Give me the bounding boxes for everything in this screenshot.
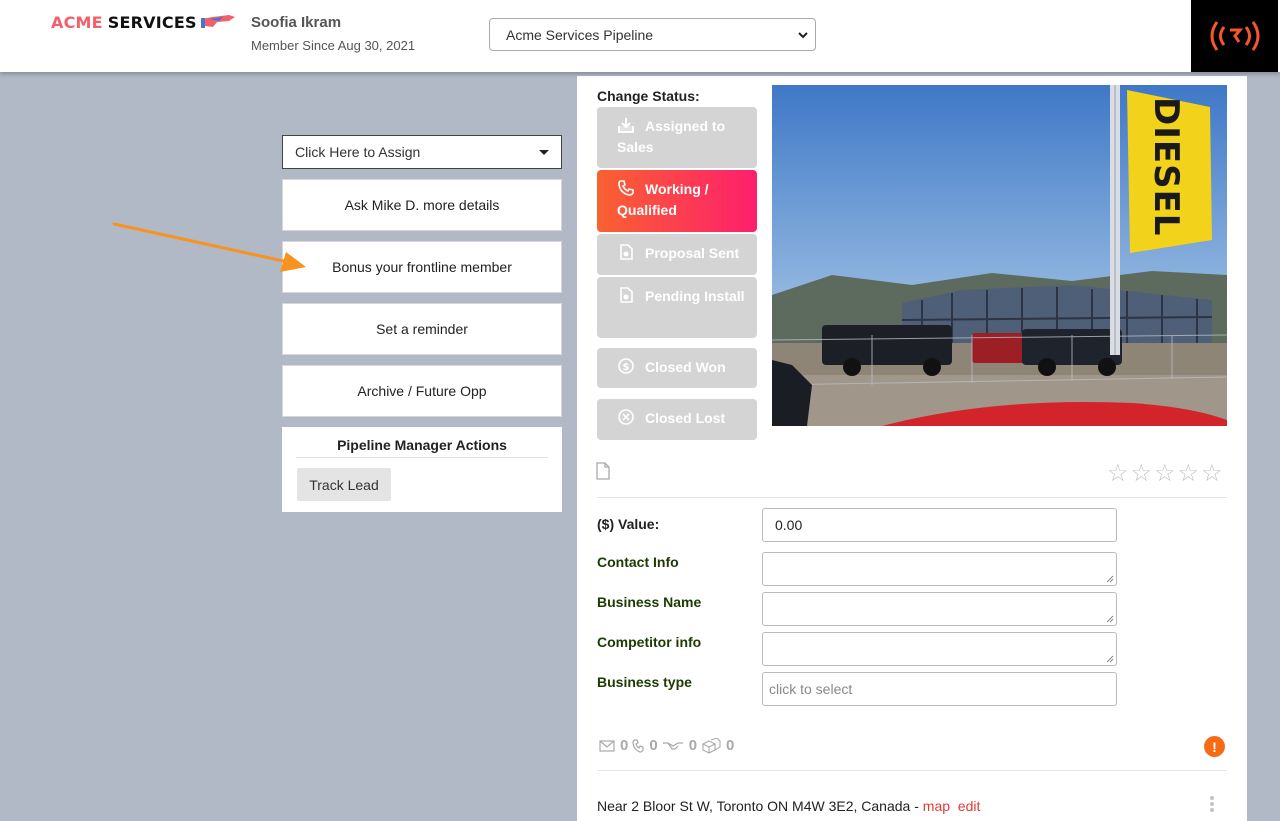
envelope-icon: [599, 739, 615, 752]
contact-info-textarea[interactable]: [762, 552, 1117, 586]
more-options-icon[interactable]: [1210, 796, 1216, 814]
lead-photo-image: DIESEL: [772, 85, 1227, 426]
alert-icon[interactable]: !: [1204, 736, 1225, 757]
document-icon: [620, 244, 633, 260]
star-icon[interactable]: ☆: [1131, 462, 1153, 486]
status-proposal-sent[interactable]: Proposal Sent: [597, 234, 757, 275]
handshake-counter[interactable]: 0: [662, 737, 697, 754]
set-reminder-button[interactable]: Set a reminder: [282, 303, 562, 355]
pipeline-select-value: Acme Services Pipeline: [506, 26, 654, 43]
divider: [597, 770, 1227, 771]
activity-counters: 0 0 0 0: [599, 737, 738, 754]
bonus-frontline-button[interactable]: Bonus your frontline member: [282, 241, 562, 293]
svg-text:$: $: [623, 362, 630, 373]
lead-photo[interactable]: DIESEL: [772, 85, 1227, 426]
contact-info-label: Contact Info: [597, 554, 679, 570]
packages-icon: [701, 737, 721, 754]
status-closed-lost[interactable]: Closed Lost: [597, 399, 757, 440]
top-header: ACME SERVICES Soofia Ikram Member Since …: [0, 0, 1280, 72]
star-icon[interactable]: ☆: [1107, 462, 1129, 486]
business-type-select[interactable]: click to select: [762, 672, 1117, 706]
logo-word-acme: ACME: [51, 12, 103, 32]
document-icon: [620, 287, 633, 303]
archive-future-opp-button[interactable]: Archive / Future Opp: [282, 365, 562, 417]
phone-icon: [632, 738, 644, 753]
status-lost-label: Closed Lost: [645, 410, 726, 426]
phone-icon: [618, 180, 634, 196]
notes-document-icon[interactable]: [596, 462, 610, 480]
email-count: 0: [620, 737, 629, 754]
business-name-textarea[interactable]: [762, 592, 1117, 626]
pipeline-manager-title: Pipeline Manager Actions: [337, 437, 507, 453]
star-icon[interactable]: ☆: [1154, 462, 1176, 486]
handshake-count: 0: [688, 737, 698, 754]
assign-dropdown[interactable]: Click Here to Assign: [282, 135, 562, 169]
chevron-down-icon: [798, 32, 808, 39]
pipeline-select[interactable]: Acme Services Pipeline: [489, 18, 816, 51]
assign-dropdown-label: Click Here to Assign: [295, 144, 421, 160]
status-assigned-to-sales[interactable]: Assigned to Sales: [597, 107, 757, 168]
x-circle-icon: [618, 409, 634, 425]
status-closed-won[interactable]: $ Closed Won: [597, 348, 757, 388]
diesel-sign-text: DIESEL: [1146, 97, 1186, 236]
pipeline-manager-actions: Pipeline Manager Actions Track Lead: [282, 427, 562, 512]
business-type-label: Business type: [597, 674, 692, 690]
rating-stars[interactable]: ☆ ☆ ☆ ☆ ☆: [1107, 462, 1223, 486]
value-input[interactable]: 0.00: [762, 508, 1117, 542]
value-label: ($) Value:: [597, 516, 660, 532]
logo-word-services: SERVICES: [107, 12, 197, 32]
hand-logo-icon: [200, 15, 235, 28]
competitor-info-label: Competitor info: [597, 634, 702, 650]
lead-address: Near 2 Bloor St W, Toronto ON M4W 3E2, C…: [597, 798, 980, 814]
package-counter[interactable]: 0: [701, 737, 734, 754]
handshake-icon: [662, 741, 683, 750]
status-won-label: Closed Won: [645, 359, 726, 375]
status-pending-install[interactable]: Pending Install: [597, 277, 757, 338]
lead-detail-panel: Change Status: Assigned to Sales Working…: [577, 76, 1247, 821]
member-since: Member Since Aug 30, 2021: [251, 38, 416, 53]
resize-handle-icon[interactable]: [1106, 575, 1114, 583]
divider: [597, 497, 1227, 498]
annotation-arrow-icon: [112, 222, 306, 272]
resize-handle-icon[interactable]: [1106, 615, 1114, 623]
map-link[interactable]: map: [923, 798, 950, 814]
download-tray-icon: [618, 118, 634, 133]
star-icon[interactable]: ☆: [1201, 462, 1223, 486]
track-lead-button[interactable]: Track Lead: [297, 468, 391, 501]
divider: [296, 457, 548, 458]
email-counter[interactable]: 0: [599, 737, 628, 754]
address-text: Near 2 Bloor St W, Toronto ON M4W 3E2, C…: [597, 798, 923, 814]
caret-down-icon: [539, 150, 549, 155]
broadcast-icon: [1210, 21, 1259, 51]
business-name-label: Business Name: [597, 594, 702, 610]
user-name: Soofia Ikram: [251, 14, 342, 31]
call-counter[interactable]: 0: [632, 737, 658, 754]
edit-address-link[interactable]: edit: [958, 798, 981, 814]
star-icon[interactable]: ☆: [1178, 462, 1200, 486]
package-count: 0: [726, 737, 735, 754]
status-pending-label: Pending Install: [645, 288, 745, 304]
live-broadcast-button[interactable]: [1191, 0, 1278, 72]
acme-logo[interactable]: ACME SERVICES: [51, 10, 237, 34]
call-count: 0: [649, 737, 658, 754]
resize-handle-icon[interactable]: [1106, 655, 1114, 663]
status-proposal-label: Proposal Sent: [645, 245, 740, 261]
competitor-info-textarea[interactable]: [762, 632, 1117, 666]
status-working-qualified[interactable]: Working / Qualified: [597, 170, 757, 232]
ask-more-details-button[interactable]: Ask Mike D. more details: [282, 179, 562, 231]
change-status-label: Change Status:: [597, 88, 700, 104]
dollar-coin-icon: $: [618, 358, 634, 374]
